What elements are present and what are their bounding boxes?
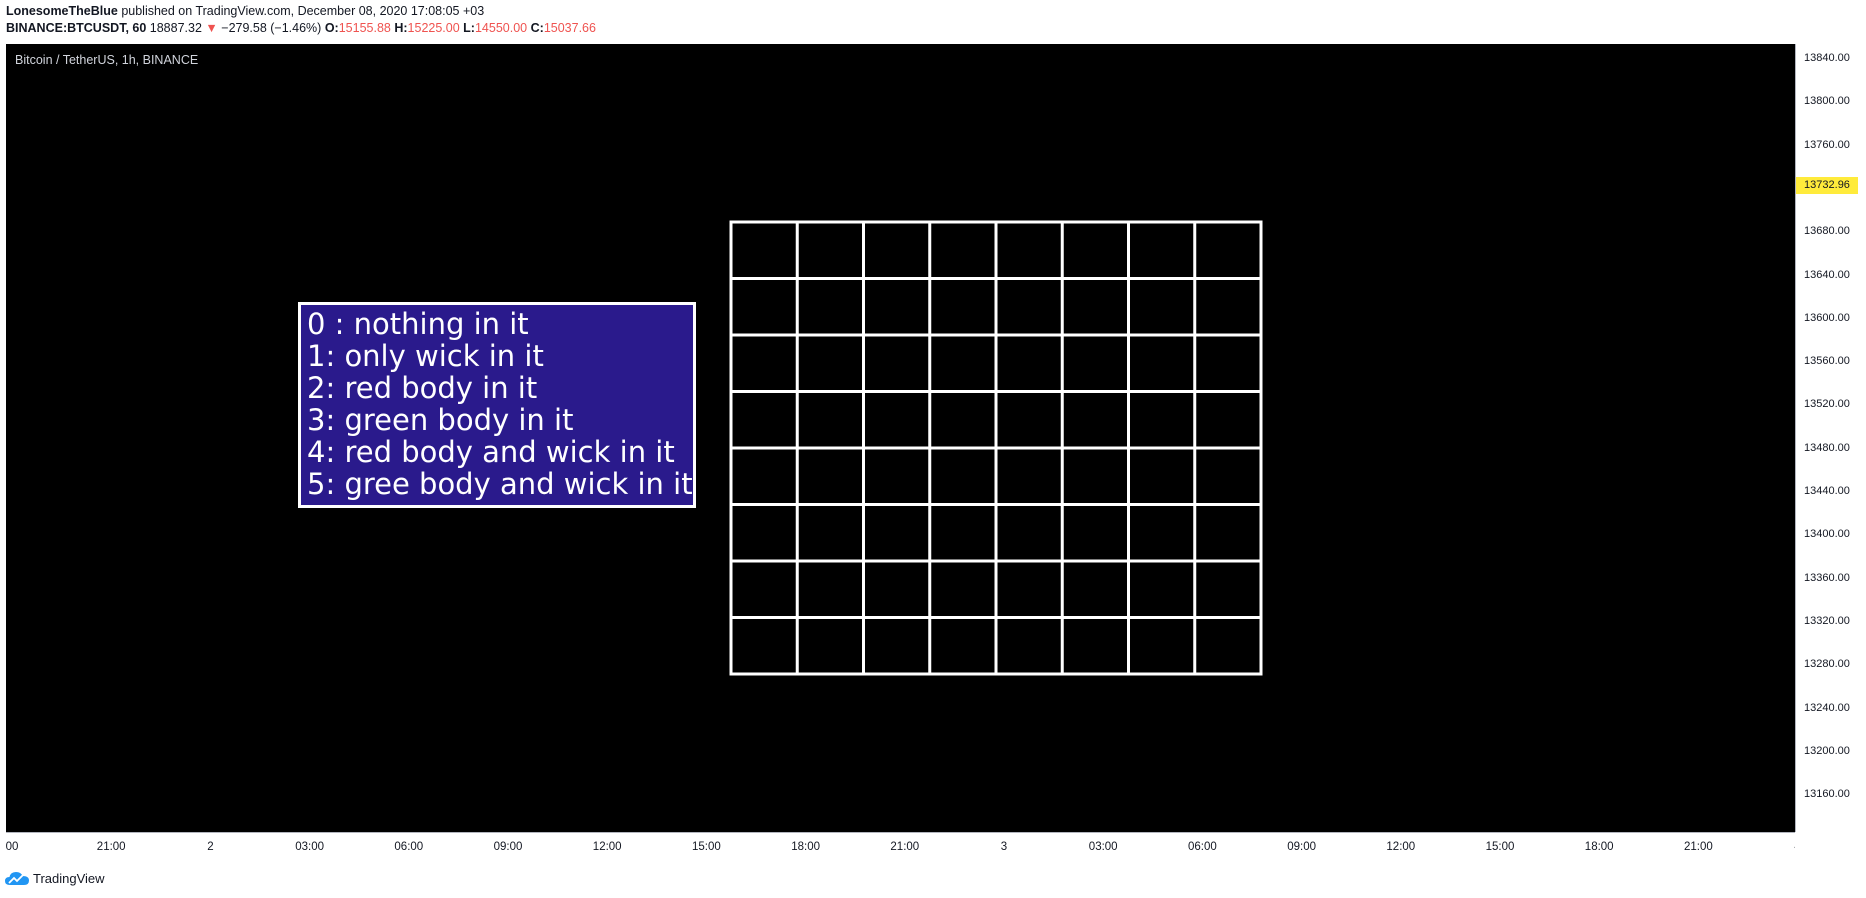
time-tick: 03:00 — [295, 841, 324, 853]
time-tick: 21:00 — [890, 841, 920, 853]
brand-name: TradingView — [33, 870, 105, 886]
price-tick: 13400.00 — [1804, 528, 1850, 541]
price-tick: 13280.00 — [1804, 658, 1850, 671]
time-tick: 18:00 — [791, 841, 820, 853]
author-name[interactable]: LonesomeTheBlue — [6, 4, 118, 18]
price-tick: 13160.00 — [1804, 788, 1850, 801]
price-tick: 13560.00 — [1804, 355, 1850, 368]
time-tick: 15:00 — [1485, 841, 1515, 853]
price-tick: 13320.00 — [1804, 614, 1850, 627]
price-tick: 13360.00 — [1804, 571, 1850, 584]
last-price-value: 18887.32 — [149, 21, 202, 35]
high-value: 15225.00 — [407, 21, 460, 35]
time-tick: 15:00 — [692, 841, 721, 853]
time-tick: 3 — [1000, 841, 1008, 853]
publish-text: published on TradingView.com, December 0… — [121, 4, 485, 18]
low-value: 14550.00 — [474, 21, 528, 35]
time-tick: 4 — [1794, 841, 1795, 853]
symbol-ohlc-line: BINANCE:BTCUSDT, 60 18887.32 ▼ −279.58 (… — [6, 21, 596, 35]
publish-info: LonesomeTheBlue published on TradingView… — [6, 4, 484, 18]
time-tick: 09:00 — [493, 841, 523, 853]
time-axis[interactable]: 00 21:00 2 03:00 06:00 09:00 12:00 15:00 18:00 21… — [6, 832, 1795, 862]
grid-drawing — [729, 220, 1263, 676]
high-label: H: — [394, 21, 408, 35]
chart-header: LonesomeTheBlue published on TradingView… — [0, 0, 1866, 44]
chart-pane[interactable]: Bitcoin / TetherUS, 1h, BINANCE 0 : noth… — [6, 44, 1795, 832]
price-change: −279.58 (−1.46%) — [221, 21, 322, 35]
price-axis[interactable]: 13840.0013800.0013760.0013720.0013680.00… — [1795, 44, 1866, 832]
price-tick: 13760.00 — [1804, 138, 1850, 151]
price-tick: 13520.00 — [1804, 398, 1850, 411]
price-tick: 13640.00 — [1804, 268, 1850, 281]
time-tick: 21:00 — [1684, 841, 1713, 853]
price-tick: 13840.00 — [1804, 52, 1850, 64]
price-tick: 13480.00 — [1804, 441, 1850, 454]
price-tick: 13440.00 — [1804, 485, 1850, 497]
time-tick: 12:00 — [592, 841, 622, 853]
price-tick: 13680.00 — [1804, 225, 1850, 238]
open-label: O: — [324, 21, 339, 35]
time-tick: 12:00 — [1386, 841, 1416, 853]
time-tick: 06:00 — [394, 841, 424, 853]
time-tick: 09:00 — [1287, 841, 1316, 853]
open-value: 15155.88 — [338, 21, 391, 35]
price-tick: 13240.00 — [1804, 701, 1850, 714]
time-tick: 00 — [6, 841, 19, 853]
time-tick: 21:00 — [96, 841, 126, 853]
tradingview-logo[interactable]: TradingView — [4, 870, 105, 886]
footer: TradingView — [0, 862, 1866, 898]
price-tick: 13800.00 — [1804, 95, 1850, 108]
low-label: L: — [463, 21, 475, 35]
price-tick: 13600.00 — [1804, 311, 1850, 324]
time-tick: 18:00 — [1584, 841, 1614, 853]
time-tick: 03:00 — [1088, 841, 1118, 853]
symbol-name: BINANCE:BTCUSDT, 60 — [6, 21, 147, 35]
close-label: C: — [530, 21, 544, 35]
time-tick: 06:00 — [1188, 841, 1217, 853]
down-arrow-icon: ▼ — [205, 21, 218, 35]
close-value: 15037.66 — [543, 21, 596, 35]
time-tick: 2 — [207, 841, 214, 853]
price-tick: 13200.00 — [1804, 744, 1850, 757]
tradingview-cloud-icon — [5, 872, 29, 885]
last-price-label: 13732.96 — [1796, 177, 1858, 194]
